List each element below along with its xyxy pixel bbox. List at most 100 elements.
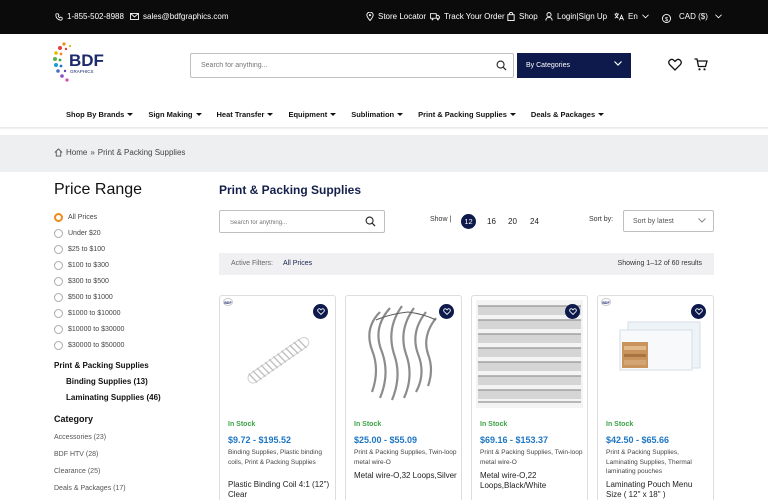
email-address: sales@bdfgraphics.com bbox=[143, 12, 229, 21]
show-label: Show | bbox=[430, 216, 452, 223]
radio-selected[interactable] bbox=[54, 212, 63, 222]
nav-equipment[interactable]: Equipment bbox=[288, 110, 337, 119]
main-nav: Shop By Brands Sign Making Heat Transfer… bbox=[66, 110, 605, 119]
category-link[interactable]: Clearance (25) bbox=[54, 468, 100, 475]
radio[interactable] bbox=[54, 228, 63, 238]
radio[interactable] bbox=[54, 340, 63, 350]
price-option-label: Under $20 bbox=[68, 229, 101, 237]
nav-print-packing[interactable]: Print & Packing Supplies bbox=[418, 110, 516, 119]
search-input[interactable] bbox=[191, 54, 481, 77]
radio[interactable] bbox=[54, 324, 63, 334]
nav-heat-transfer[interactable]: Heat Transfer bbox=[217, 110, 274, 119]
store-locator-link[interactable]: Store Locator bbox=[366, 12, 426, 21]
product-card[interactable]: BDF In Stock $9.72 - $195.52 Binding Sup… bbox=[219, 295, 336, 500]
nav-sign-making[interactable]: Sign Making bbox=[148, 110, 202, 119]
product-search-input[interactable] bbox=[220, 212, 360, 234]
product-name[interactable]: Plastic Binding Coil 4:1 (12") Clear bbox=[228, 480, 332, 500]
radio[interactable] bbox=[54, 244, 63, 254]
cart-icon[interactable] bbox=[694, 58, 708, 71]
product-categories: Print & Packing Supplies, Twin-loop meta… bbox=[354, 449, 457, 466]
currency-selector[interactable]: $ CAD ($) bbox=[662, 10, 722, 23]
breadcrumb-bar: Home » Print & Packing Supplies bbox=[0, 135, 768, 172]
price-option[interactable]: $10000 to $30000 bbox=[54, 321, 124, 337]
categories-label: By Categories bbox=[526, 62, 570, 69]
sort-select[interactable]: Sort by latest bbox=[623, 210, 714, 232]
product-name[interactable]: Metal wire-O,22 Loops,Black/White bbox=[480, 471, 584, 491]
product-card[interactable]: In Stock $69.16 - $153.37 Print & Packin… bbox=[471, 295, 588, 500]
radio[interactable] bbox=[54, 276, 63, 286]
breadcrumb-current: Print & Packing Supplies bbox=[97, 148, 186, 157]
categories-dropdown[interactable]: By Categories bbox=[517, 53, 631, 78]
nav-label: Heat Transfer bbox=[216, 110, 265, 119]
sort-label: Sort by: bbox=[589, 216, 614, 223]
product-name[interactable]: Metal wire-O,32 Loops,Silver bbox=[354, 471, 458, 481]
login-signup-link[interactable]: Login|Sign Up bbox=[545, 12, 607, 21]
translate-icon bbox=[614, 12, 624, 21]
location-pin-icon bbox=[366, 12, 374, 21]
nav-sublimation[interactable]: Sublimation bbox=[351, 110, 404, 119]
wishlist-button[interactable] bbox=[313, 304, 328, 319]
results-count: Showing 1–12 of 60 results bbox=[617, 260, 702, 267]
product-categories: Binding Supplies, Plastic binding coils,… bbox=[228, 449, 322, 466]
category-link[interactable]: Deals & Packages (17) bbox=[54, 485, 126, 492]
shop-link[interactable]: Shop bbox=[507, 12, 538, 21]
dollar-circle-icon: $ bbox=[662, 14, 671, 23]
shopping-bag-icon bbox=[507, 12, 515, 21]
product-price: $25.00 - $55.09 bbox=[354, 435, 418, 445]
wishlist-button[interactable] bbox=[439, 304, 454, 319]
product-card[interactable]: In Stock $25.00 - $55.09 Print & Packing… bbox=[345, 295, 462, 500]
show-option-16[interactable]: 16 bbox=[484, 214, 499, 229]
price-option[interactable]: $500 to $1000 bbox=[54, 289, 124, 305]
active-filters-label: Active Filters: bbox=[231, 260, 274, 267]
stock-status: In Stock bbox=[480, 421, 508, 428]
wishlist-button[interactable] bbox=[691, 304, 706, 319]
price-option-label: All Prices bbox=[68, 213, 98, 221]
active-filter-chip[interactable]: All Prices bbox=[283, 260, 312, 267]
radio[interactable] bbox=[54, 308, 63, 318]
track-order-link[interactable]: Track Your Order bbox=[430, 12, 505, 21]
heart-icon bbox=[568, 308, 577, 315]
search-icon[interactable] bbox=[496, 60, 507, 71]
parent-category-link[interactable]: Print & Packing Supplies bbox=[54, 361, 149, 370]
breadcrumb-home[interactable]: Home bbox=[66, 148, 87, 157]
caret-down-icon bbox=[267, 113, 274, 116]
caret-down-icon bbox=[397, 113, 404, 116]
show-option-24[interactable]: 24 bbox=[527, 214, 542, 229]
chevron-down-icon bbox=[698, 218, 706, 223]
product-price: $42.50 - $65.66 bbox=[606, 435, 670, 445]
price-option[interactable]: $25 to $100 bbox=[54, 241, 124, 257]
price-option[interactable]: $1000 to $10000 bbox=[54, 305, 124, 321]
radio[interactable] bbox=[54, 292, 63, 302]
product-categories: Print & Packing Supplies, Laminating Sup… bbox=[606, 449, 692, 475]
nav-shop-by-brands[interactable]: Shop By Brands bbox=[66, 110, 134, 119]
bdf-logo[interactable]: BDF GRAPHICS bbox=[52, 40, 112, 90]
show-option-12[interactable]: 12 bbox=[461, 214, 476, 229]
phone-link[interactable]: 1-855-502-8988 bbox=[55, 12, 124, 21]
subcategory-laminating[interactable]: Laminating Supplies (46) bbox=[66, 393, 161, 402]
caret-down-icon bbox=[127, 113, 134, 116]
radio[interactable] bbox=[54, 260, 63, 270]
wishlist-button[interactable] bbox=[565, 304, 580, 319]
nav-label: Deals & Packages bbox=[530, 110, 596, 119]
language-selector[interactable]: En bbox=[614, 12, 649, 21]
email-link[interactable]: sales@bdfgraphics.com bbox=[130, 12, 229, 21]
nav-deals-packages[interactable]: Deals & Packages bbox=[530, 110, 605, 119]
category-link[interactable]: BDF HTV (28) bbox=[54, 451, 98, 458]
caret-down-icon bbox=[598, 113, 605, 116]
phone-icon bbox=[55, 12, 63, 21]
price-option-label: $100 to $300 bbox=[68, 261, 109, 269]
price-option[interactable]: Under $20 bbox=[54, 225, 124, 241]
price-option[interactable]: $300 to $500 bbox=[54, 273, 124, 289]
show-option-20[interactable]: 20 bbox=[505, 214, 520, 229]
home-icon[interactable] bbox=[54, 148, 63, 157]
subcategory-binding[interactable]: Binding Supplies (13) bbox=[66, 377, 148, 386]
price-option[interactable]: All Prices bbox=[54, 209, 124, 225]
heart-icon[interactable] bbox=[668, 58, 682, 71]
product-categories: Print & Packing Supplies, Twin-loop meta… bbox=[480, 449, 583, 466]
category-link[interactable]: Accessories (23) bbox=[54, 434, 106, 441]
product-name[interactable]: Laminating Pouch Menu Size ( 12" x 18" ) bbox=[606, 480, 710, 500]
price-option[interactable]: $30000 to $50000 bbox=[54, 337, 124, 353]
price-option[interactable]: $100 to $300 bbox=[54, 257, 124, 273]
search-icon[interactable] bbox=[365, 216, 376, 227]
product-card[interactable]: BDF In Stock $42.50 - $65.66 Print & Pac… bbox=[597, 295, 714, 500]
